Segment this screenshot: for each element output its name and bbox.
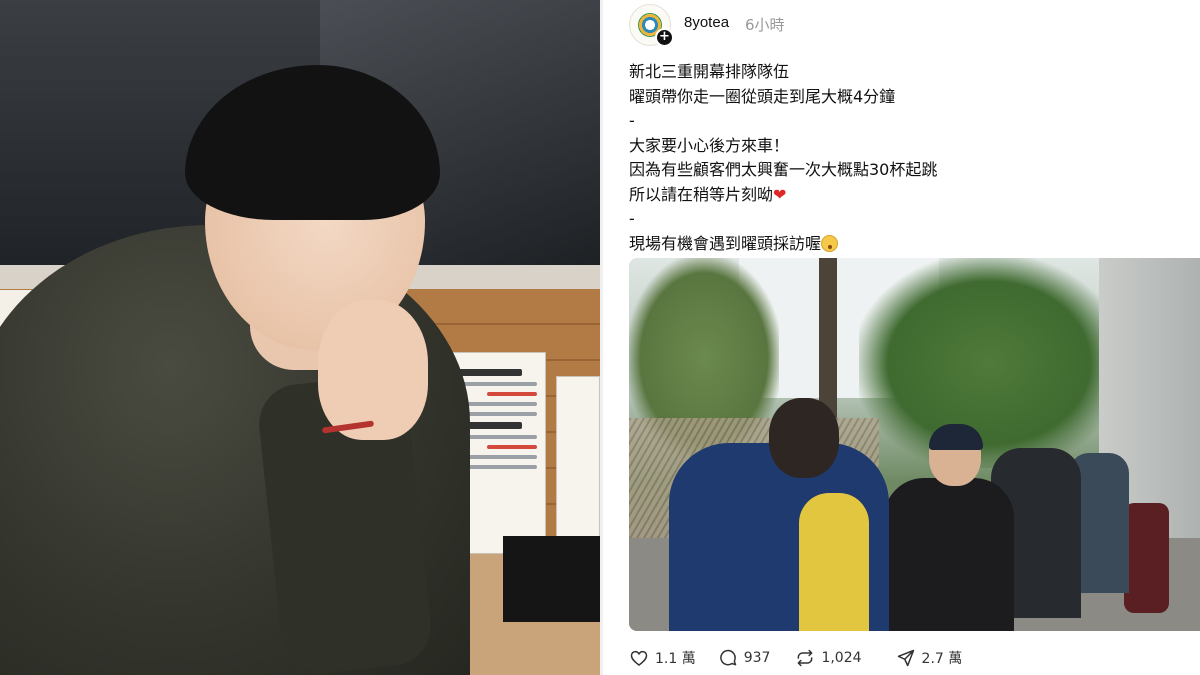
heart-emoji-icon: ❤ bbox=[773, 184, 787, 204]
post-line: 現場有機會遇到曜頭採訪喔 bbox=[629, 233, 822, 253]
queue-person bbox=[884, 478, 1014, 631]
follow-plus-icon[interactable]: + bbox=[655, 28, 674, 47]
post-line-with-heart: 所以請在稍等片刻呦❤ bbox=[629, 183, 1189, 208]
heart-icon bbox=[630, 650, 648, 667]
post-line: 曜頭帶你走一圈從頭走到尾大概4分鐘 bbox=[629, 86, 896, 106]
repost-count: 1,024 bbox=[821, 650, 862, 666]
post-line: 因為有些顧客們太興奮一次大概點30杯起跳 bbox=[629, 160, 938, 179]
post-line: - bbox=[629, 209, 635, 228]
post-body: 新北三重開幕排隊隊伍 曜頭帶你走一圈從頭走到尾大概4分鐘 - 大家要小心後方來車… bbox=[629, 60, 1189, 256]
repost-icon bbox=[798, 649, 813, 667]
share-count: 2.7 萬 bbox=[921, 651, 963, 667]
post-line: 新北三重開幕排隊隊伍 bbox=[629, 62, 790, 81]
napkin-box bbox=[503, 536, 600, 622]
username[interactable]: 8yotea bbox=[684, 14, 729, 31]
like-button[interactable]: 1.1 萬 bbox=[629, 648, 696, 668]
jacket-panel bbox=[799, 493, 869, 631]
queue-person-head bbox=[769, 398, 839, 478]
surprised-face-emoji-icon bbox=[821, 234, 839, 252]
comment-count: 937 bbox=[743, 650, 771, 666]
post-time: 6小時 bbox=[745, 16, 785, 34]
share-button[interactable]: 2.7 萬 bbox=[896, 648, 963, 668]
like-count: 1.1 萬 bbox=[655, 651, 696, 667]
scooter bbox=[1124, 503, 1169, 613]
post-line-with-emoji: 現場有機會遇到曜頭採訪喔 bbox=[629, 232, 1189, 257]
action-bar: 1.1 萬 937 1,024 2.7 萬 bbox=[629, 645, 990, 671]
comment-button[interactable]: 937 bbox=[718, 648, 771, 668]
post-line: 所以請在稍等片刻呦 bbox=[629, 184, 774, 204]
send-icon bbox=[897, 649, 914, 667]
queue-photo[interactable] bbox=[629, 258, 1200, 631]
post-line: - bbox=[629, 111, 635, 130]
comment-bubble-icon bbox=[719, 649, 736, 666]
post-line: 大家要小心後方來車！ bbox=[629, 135, 790, 155]
portrait-photo bbox=[0, 0, 600, 675]
tree bbox=[859, 258, 1119, 468]
threads-post: + 8yotea 6小時 新北三重開幕排隊隊伍 曜頭帶你走一圈從頭走到尾大概4分… bbox=[603, 0, 1200, 675]
repost-button[interactable]: 1,024 bbox=[795, 648, 862, 668]
person-hand bbox=[318, 300, 428, 440]
menu-card-side bbox=[556, 376, 600, 546]
